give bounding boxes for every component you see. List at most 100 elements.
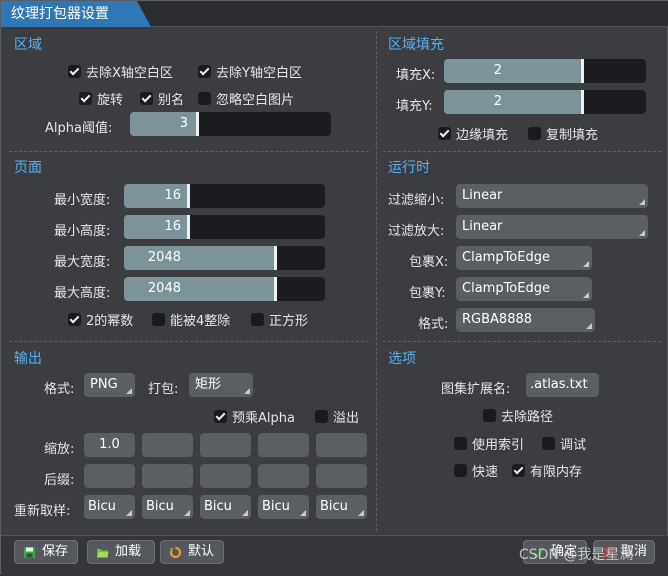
scale-field-4[interactable] [258, 433, 309, 457]
strip-path-checkbox[interactable]: 去除路径 [483, 406, 553, 425]
scale-field-3[interactable] [200, 433, 251, 457]
format-label: 格式: [418, 317, 449, 332]
suffix-field-1[interactable] [84, 464, 135, 488]
suffix-field-5[interactable] [316, 464, 367, 488]
filter-min-value: Linear [462, 188, 503, 203]
checkbox-unchecked-icon [528, 127, 541, 140]
suffix-field-4[interactable] [258, 464, 309, 488]
resample-value: Bicu [262, 499, 290, 514]
bleed-checkbox[interactable]: 溢出 [315, 407, 359, 426]
limit-memory-checkbox[interactable]: 有限内存 [512, 461, 582, 480]
strip-x-checkbox[interactable]: 去除X轴空白区 [68, 62, 173, 81]
edge-fill-checkbox[interactable]: 边缘填充 [438, 124, 508, 143]
scale-field-5[interactable] [316, 433, 367, 457]
dropdown-arrow-icon [184, 510, 190, 516]
save-label: 保存 [42, 544, 69, 559]
alias-checkbox[interactable]: 别名 [140, 89, 184, 108]
square-checkbox[interactable]: 正方形 [251, 310, 308, 329]
checkbox-checked-icon [512, 464, 525, 477]
ignore-blank-checkbox[interactable]: 忽略空白图片 [198, 89, 294, 108]
fill-x-label: 填充X: [396, 68, 436, 83]
load-button[interactable]: 加载 [87, 540, 155, 564]
output-format-dropdown[interactable]: PNG [84, 373, 135, 397]
resample-dropdown-1[interactable]: Bicu [84, 495, 135, 519]
atlas-ext-label: 图集扩展名: [441, 382, 511, 397]
resample-value: Bicu [204, 499, 232, 514]
use-indexes-checkbox[interactable]: 使用索引 [454, 434, 524, 453]
dropdown-arrow-icon [358, 510, 364, 516]
premultiply-label: 预乘Alpha [232, 411, 295, 426]
ignore-blank-label: 忽略空白图片 [216, 93, 295, 108]
filter-mag-dropdown[interactable]: Linear [456, 215, 648, 239]
suffix-field-2[interactable] [142, 464, 193, 488]
fill-x-slider[interactable]: 2 [444, 59, 646, 83]
dropdown-arrow-icon [639, 230, 645, 236]
resample-value: Bicu [88, 499, 116, 514]
min-width-value: 16 [164, 188, 181, 203]
format-dropdown[interactable]: RGBA8888 [456, 308, 595, 332]
section-divider [383, 341, 661, 342]
limit-memory-label: 有限内存 [530, 465, 583, 480]
checkbox-unchecked-icon [198, 92, 211, 105]
fill-y-slider[interactable]: 2 [444, 90, 646, 114]
fast-checkbox[interactable]: 快速 [454, 461, 498, 480]
min-height-value: 16 [164, 219, 181, 234]
div4-label: 能被4整除 [170, 314, 231, 329]
scale-field-2[interactable] [142, 433, 193, 457]
wrap-y-dropdown[interactable]: ClampToEdge [456, 277, 592, 301]
dropdown-arrow-icon [242, 510, 248, 516]
max-height-value: 2048 [147, 281, 181, 296]
filter-mag-label: 过滤放大: [388, 224, 445, 239]
strip-y-checkbox[interactable]: 去除Y轴空白区 [198, 62, 302, 81]
checkbox-checked-icon [68, 65, 81, 78]
filter-min-dropdown[interactable]: Linear [456, 184, 648, 208]
div4-checkbox[interactable]: 能被4整除 [152, 310, 230, 329]
alpha-threshold-value: 3 [179, 116, 188, 131]
rotation-checkbox[interactable]: 旋转 [79, 89, 123, 108]
resample-dropdown-2[interactable]: Bicu [142, 495, 193, 519]
atlas-ext-field[interactable]: .atlas.txt [526, 373, 599, 397]
strip-y-label: 去除Y轴空白区 [216, 66, 302, 81]
debug-checkbox[interactable]: 调试 [542, 434, 586, 453]
suffix-label: 后缀: [44, 473, 75, 488]
wrap-x-value: ClampToEdge [462, 250, 550, 265]
checkbox-unchecked-icon [152, 313, 165, 326]
default-button[interactable]: 默认 [160, 540, 224, 564]
options-section-title: 选项 [388, 351, 416, 367]
format-value: RGBA8888 [462, 312, 533, 327]
fast-label: 快速 [472, 465, 499, 480]
suffix-field-3[interactable] [200, 464, 251, 488]
copy-fill-label: 复制填充 [546, 128, 599, 143]
min-width-slider[interactable]: 16 [124, 184, 325, 208]
packing-dropdown[interactable]: 矩形 [189, 373, 253, 397]
max-width-label: 最大宽度: [54, 255, 111, 270]
fill-y-value: 2 [493, 94, 502, 109]
min-height-slider[interactable]: 16 [124, 215, 325, 239]
premultiply-checkbox[interactable]: 预乘Alpha [214, 407, 295, 426]
max-height-slider[interactable]: 2048 [124, 277, 325, 301]
wrap-x-dropdown[interactable]: ClampToEdge [456, 246, 592, 270]
atlas-ext-value: .atlas.txt [530, 377, 588, 392]
dropdown-arrow-icon [583, 292, 589, 298]
save-button[interactable]: 保存 [14, 540, 78, 564]
window-title: 纹理打包器设置 [1, 1, 151, 27]
max-height-label: 最大高度: [54, 286, 111, 301]
alpha-threshold-slider[interactable]: 3 [130, 112, 331, 136]
scale-field-1[interactable]: 1.0 [84, 433, 135, 457]
copy-fill-checkbox[interactable]: 复制填充 [528, 124, 598, 143]
pow2-checkbox[interactable]: 2的幂数 [68, 310, 133, 329]
resample-dropdown-5[interactable]: Bicu [316, 495, 367, 519]
folder-open-icon [97, 548, 109, 557]
checkbox-unchecked-icon [251, 313, 264, 326]
runtime-section-title: 运行时 [388, 160, 430, 176]
bleed-label: 溢出 [333, 411, 360, 426]
page-section-title: 页面 [14, 160, 42, 176]
resample-dropdown-4[interactable]: Bicu [258, 495, 309, 519]
max-width-slider[interactable]: 2048 [124, 246, 325, 270]
output-format-label: 格式: [44, 382, 75, 397]
dropdown-arrow-icon [639, 199, 645, 205]
square-label: 正方形 [269, 314, 309, 329]
alpha-threshold-label: Alpha阈值: [45, 121, 113, 136]
filter-min-label: 过滤缩小: [388, 193, 445, 208]
resample-dropdown-3[interactable]: Bicu [200, 495, 251, 519]
